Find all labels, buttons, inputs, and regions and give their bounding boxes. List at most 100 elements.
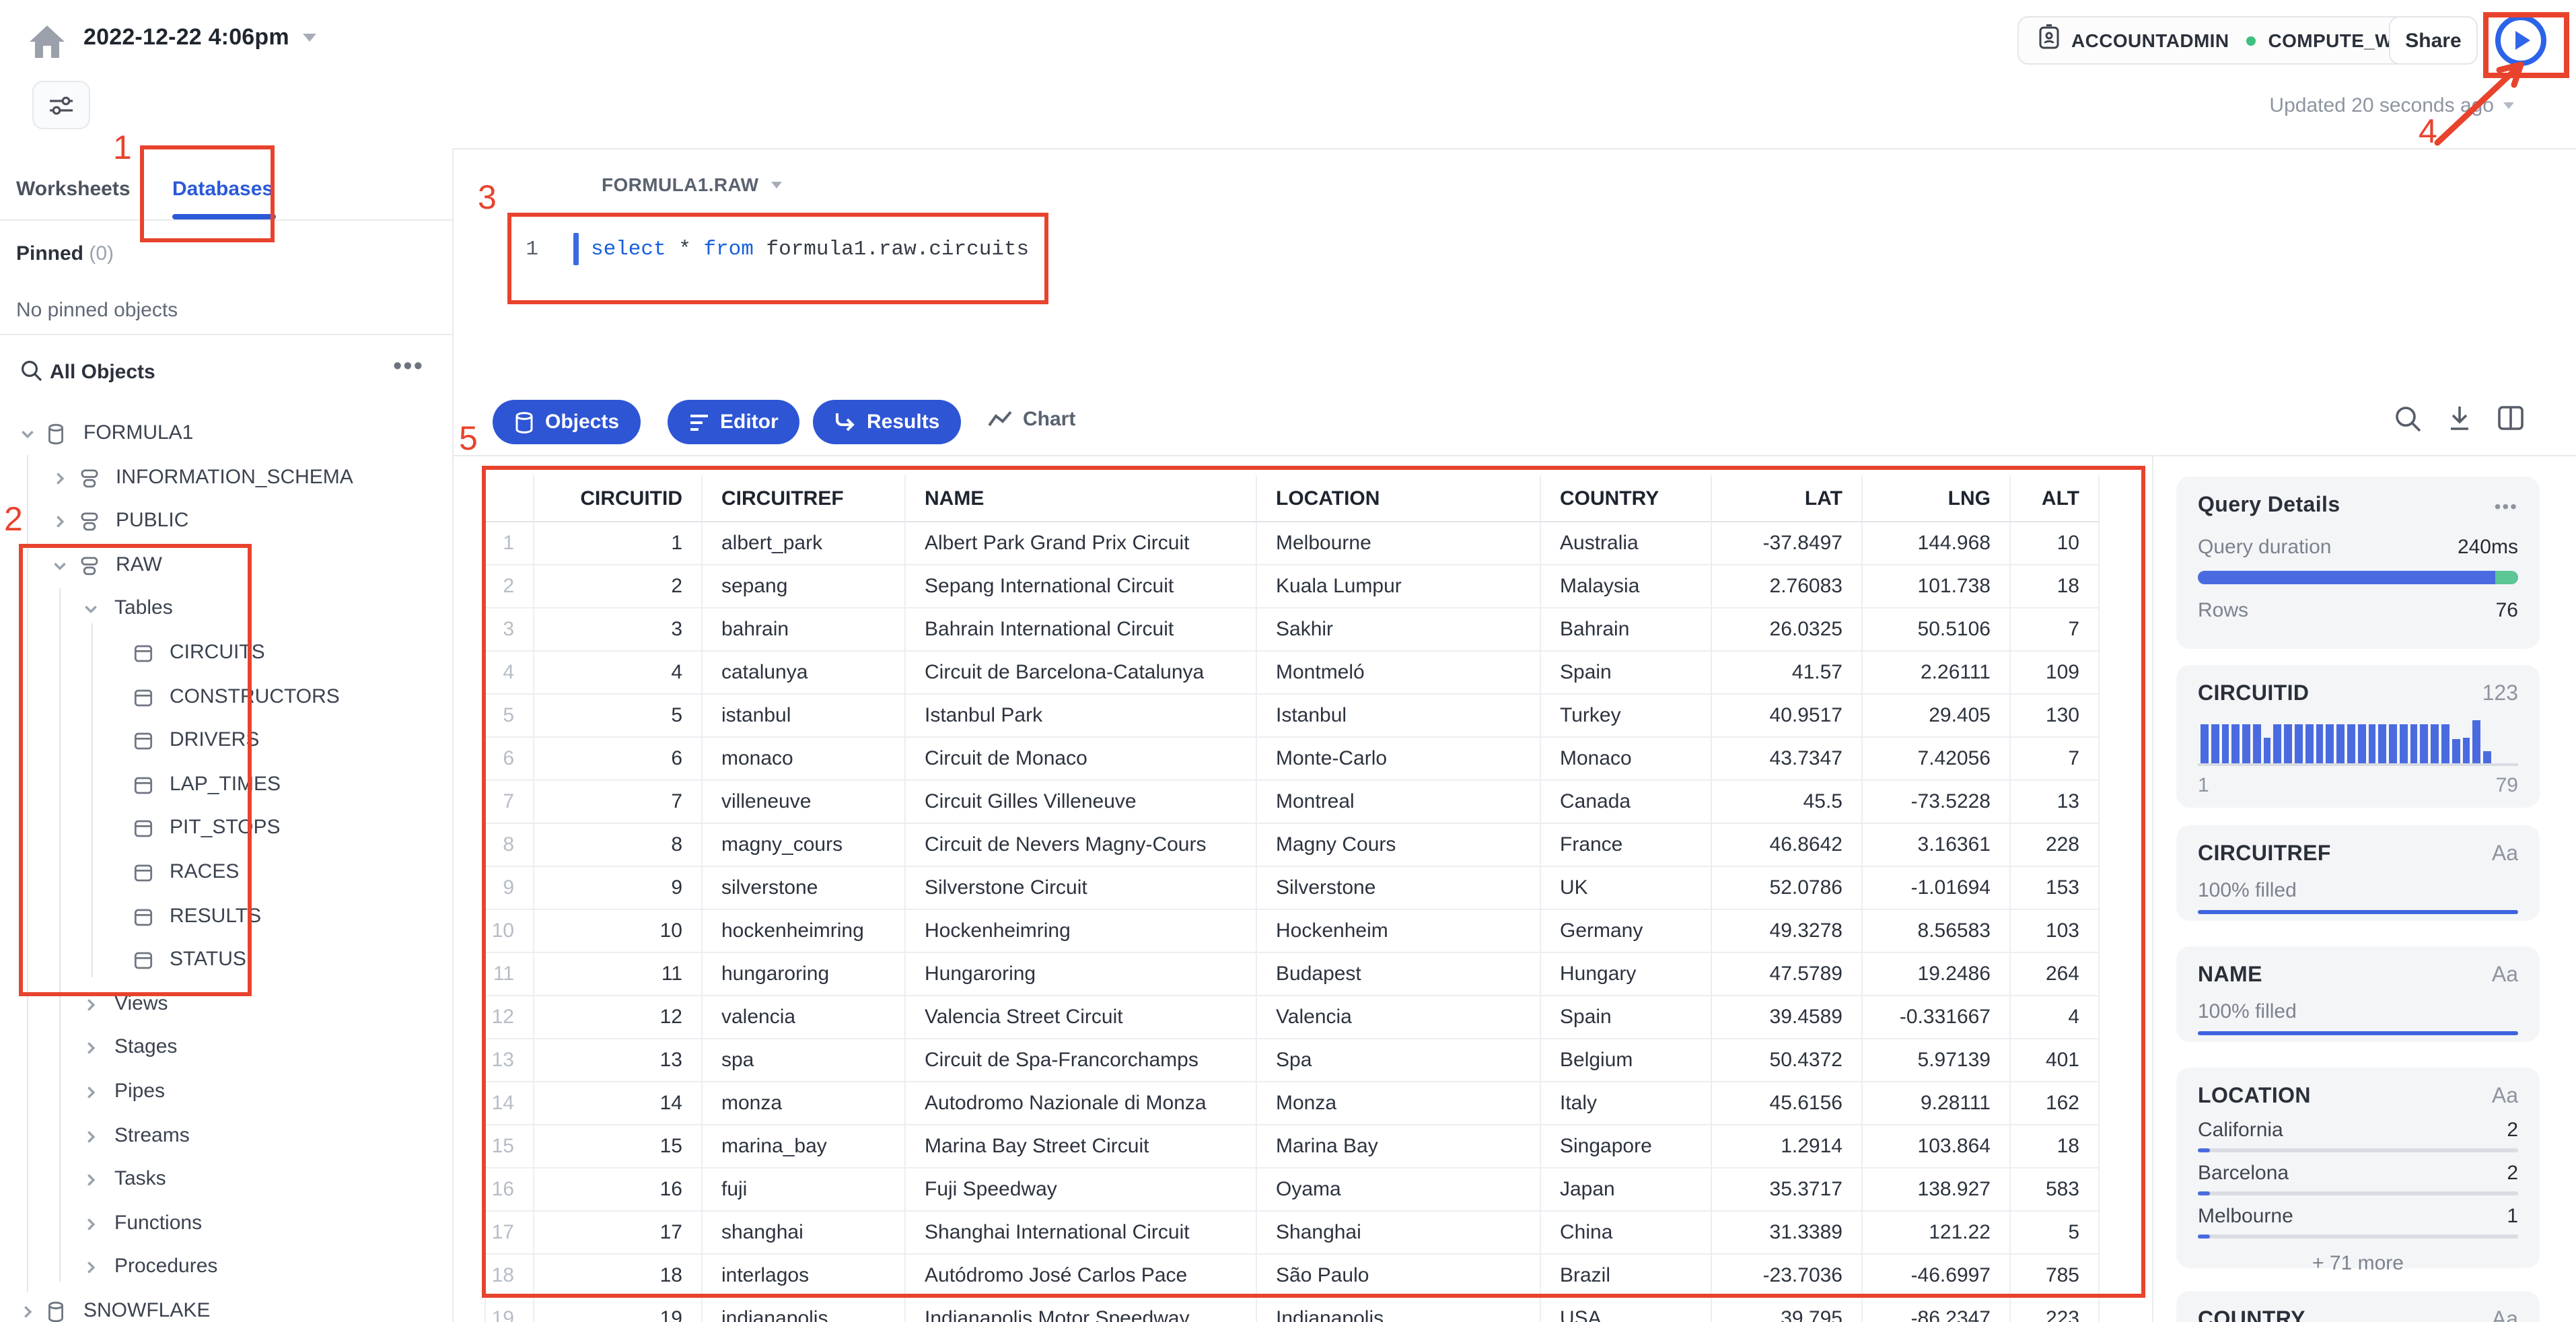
split-columns-icon[interactable] bbox=[2497, 404, 2525, 439]
table-row[interactable]: 15 15 marina_bay Marina Bay Street Circuit M… bbox=[485, 1125, 2100, 1169]
tree-item-status[interactable]: STATUS bbox=[0, 938, 454, 983]
column-header-country[interactable]: COUNTRY bbox=[1541, 475, 1712, 522]
tab-chart[interactable]: Chart bbox=[988, 408, 1075, 431]
column-header-rownum[interactable] bbox=[485, 475, 534, 522]
column-header-location[interactable]: LOCATION bbox=[1257, 475, 1541, 522]
tree-item-drivers[interactable]: DRIVERS bbox=[0, 719, 454, 763]
table-row[interactable]: 2 2 sepang Sepang International Circuit Kual… bbox=[485, 565, 2100, 608]
tree-item-label: PUBLIC bbox=[116, 509, 189, 532]
overflow-menu-icon[interactable]: ••• bbox=[393, 353, 424, 382]
tree-item-formula1[interactable]: FORMULA1 bbox=[0, 412, 454, 456]
location-stat-row[interactable]: Melbourne 1 bbox=[2198, 1205, 2518, 1228]
filters-button[interactable] bbox=[32, 81, 90, 129]
location-stat-row[interactable]: Barcelona 2 bbox=[2198, 1162, 2518, 1185]
sql-editor-line[interactable]: 1 select * from formula1.raw.circuits bbox=[520, 230, 1029, 268]
tree-item-tables[interactable]: Tables bbox=[0, 588, 454, 632]
row-number: 17 bbox=[485, 1212, 534, 1255]
tree-item-raw[interactable]: RAW bbox=[0, 544, 454, 588]
column-header-circuitref[interactable]: CIRCUITREF bbox=[703, 475, 906, 522]
table-row[interactable]: 12 12 valencia Valencia Street Circuit Valen… bbox=[485, 996, 2100, 1039]
tree-item-tasks[interactable]: Tasks bbox=[0, 1158, 454, 1202]
overflow-menu-icon[interactable]: ••• bbox=[2495, 495, 2518, 517]
tree-item-streams[interactable]: Streams bbox=[0, 1114, 454, 1158]
tree-item-views[interactable]: Views bbox=[0, 983, 454, 1027]
table-row[interactable]: 14 14 monza Autodromo Nazionale di Monza Mon… bbox=[485, 1082, 2100, 1125]
column-header-lng[interactable]: LNG bbox=[1863, 475, 2011, 522]
table-cell: 15 bbox=[534, 1125, 703, 1169]
tree-item-results[interactable]: RESULTS bbox=[0, 895, 454, 939]
chevron-right-icon[interactable] bbox=[82, 1127, 100, 1152]
tree-item-information_schema[interactable]: INFORMATION_SCHEMA bbox=[0, 456, 454, 500]
tree-item-functions[interactable]: Functions bbox=[0, 1202, 454, 1247]
tree-item-lap_times[interactable]: LAP_TIMES bbox=[0, 763, 454, 808]
column-header-name[interactable]: NAME bbox=[906, 475, 1257, 522]
column-card-circuitid[interactable]: CIRCUITID 123 1 79 bbox=[2176, 665, 2540, 808]
column-header-circuitid[interactable]: CIRCUITID bbox=[534, 475, 703, 522]
table-cell: Belgium bbox=[1541, 1039, 1712, 1082]
column-card-location[interactable]: LOCATION Aa California 2 Barcelona 2 Melbour… bbox=[2176, 1068, 2540, 1275]
tree-item-procedures[interactable]: Procedures bbox=[0, 1246, 454, 1290]
tree-item-snowflake[interactable]: SNOWFLAKE bbox=[0, 1290, 454, 1322]
column-card-name[interactable]: NAME Aa 100% filled bbox=[2176, 946, 2540, 1042]
column-header-lat[interactable]: LAT bbox=[1712, 475, 1863, 522]
table-row[interactable]: 17 17 shanghai Shanghai International Circu… bbox=[485, 1212, 2100, 1255]
tree-item-circuits[interactable]: CIRCUITS bbox=[0, 631, 454, 676]
column-card-circuitref[interactable]: CIRCUITREF Aa 100% filled bbox=[2176, 825, 2540, 921]
column-header-alt[interactable]: ALT bbox=[2011, 475, 2100, 522]
table-row[interactable]: 11 11 hungaroring Hungaroring Budapest Hungar… bbox=[485, 953, 2100, 996]
tab-databases[interactable]: Databases bbox=[172, 178, 273, 201]
tab-worksheets[interactable]: Worksheets bbox=[16, 178, 131, 201]
chevron-right-icon[interactable] bbox=[82, 1084, 100, 1108]
table-row[interactable]: 18 18 interlagos Autódromo José Carlos Pace… bbox=[485, 1255, 2100, 1298]
chevron-right-icon[interactable] bbox=[82, 1216, 100, 1240]
table-row[interactable]: 6 6 monaco Circuit de Monaco Monte-Carlo Mona… bbox=[485, 738, 2100, 781]
context-selector[interactable]: ACCOUNTADMIN COMPUTE_WH bbox=[2017, 16, 2429, 65]
object-search-label[interactable]: All Objects bbox=[50, 361, 155, 384]
tab-editor[interactable]: Editor bbox=[668, 400, 800, 444]
chevron-right-icon[interactable] bbox=[82, 1171, 100, 1195]
table-cell: 18 bbox=[2011, 1125, 2100, 1169]
table-row[interactable]: 1 1 albert_park Albert Park Grand Prix Circ… bbox=[485, 522, 2100, 565]
table-cell: Canada bbox=[1541, 781, 1712, 824]
chevron-right-icon[interactable] bbox=[51, 513, 69, 537]
table-row[interactable]: 19 19 indianapolis Indianapolis Motor Speed… bbox=[485, 1298, 2100, 1322]
table-cell: -1.01694 bbox=[1863, 867, 2011, 910]
table-row[interactable]: 10 10 hockenheimring Hockenheimring Hockenhe… bbox=[485, 910, 2100, 953]
tree-item-pipes[interactable]: Pipes bbox=[0, 1070, 454, 1115]
chevron-right-icon[interactable] bbox=[82, 1040, 100, 1064]
tree-item-public[interactable]: PUBLIC bbox=[0, 499, 454, 544]
tab-objects[interactable]: Objects bbox=[493, 400, 641, 444]
search-results-icon[interactable] bbox=[2394, 405, 2423, 440]
table-cell: Bahrain bbox=[1541, 608, 1712, 652]
home-icon[interactable] bbox=[27, 23, 67, 67]
chevron-right-icon[interactable] bbox=[19, 1303, 36, 1322]
table-cell: Indianapolis Motor Speedway bbox=[906, 1298, 1257, 1322]
download-icon[interactable] bbox=[2445, 404, 2474, 440]
tree-item-stages[interactable]: Stages bbox=[0, 1027, 454, 1071]
chevron-right-icon[interactable] bbox=[82, 1259, 100, 1284]
table-row[interactable]: 7 7 villeneuve Circuit Gilles Villeneuve Mon… bbox=[485, 781, 2100, 824]
chevron-down-icon[interactable] bbox=[51, 557, 69, 582]
worksheet-title-menu[interactable]: 2022-12-22 4:06pm bbox=[83, 24, 316, 51]
tree-item-races[interactable]: RACES bbox=[0, 851, 454, 895]
table-row[interactable]: 5 5 istanbul Istanbul Park Istanbul Turkey 40.… bbox=[485, 695, 2100, 738]
chevron-down-icon[interactable] bbox=[19, 425, 36, 450]
more-values-link[interactable]: + 71 more bbox=[2198, 1252, 2518, 1275]
tree-item-pit_stops[interactable]: PIT_STOPS bbox=[0, 807, 454, 851]
chevron-right-icon[interactable] bbox=[82, 996, 100, 1020]
search-icon[interactable] bbox=[20, 359, 43, 389]
location-stat-row[interactable]: California 2 bbox=[2198, 1119, 2518, 1142]
table-row[interactable]: 4 4 catalunya Circuit de Barcelona-Cataluny… bbox=[485, 652, 2100, 695]
column-card-country[interactable]: COUNTRY Aa bbox=[2176, 1291, 2540, 1322]
table-row[interactable]: 13 13 spa Circuit de Spa-Francorchamps Spa Be… bbox=[485, 1039, 2100, 1082]
worksheet-context-tab[interactable]: FORMULA1.RAW bbox=[602, 174, 782, 195]
chevron-right-icon[interactable] bbox=[51, 469, 69, 493]
filled-label: 100% filled bbox=[2198, 1000, 2297, 1023]
tab-results[interactable]: Results bbox=[813, 400, 962, 444]
table-row[interactable]: 8 8 magny_cours Circuit de Nevers Magny-Cou… bbox=[485, 824, 2100, 867]
table-row[interactable]: 3 3 bahrain Bahrain International Circuit Sa… bbox=[485, 608, 2100, 652]
table-row[interactable]: 16 16 fuji Fuji Speedway Oyama Japan 35.3717 13… bbox=[485, 1169, 2100, 1212]
chevron-down-icon[interactable] bbox=[82, 601, 100, 625]
tree-item-constructors[interactable]: CONSTRUCTORS bbox=[0, 675, 454, 720]
table-row[interactable]: 9 9 silverstone Silverstone Circuit Silverst… bbox=[485, 867, 2100, 910]
